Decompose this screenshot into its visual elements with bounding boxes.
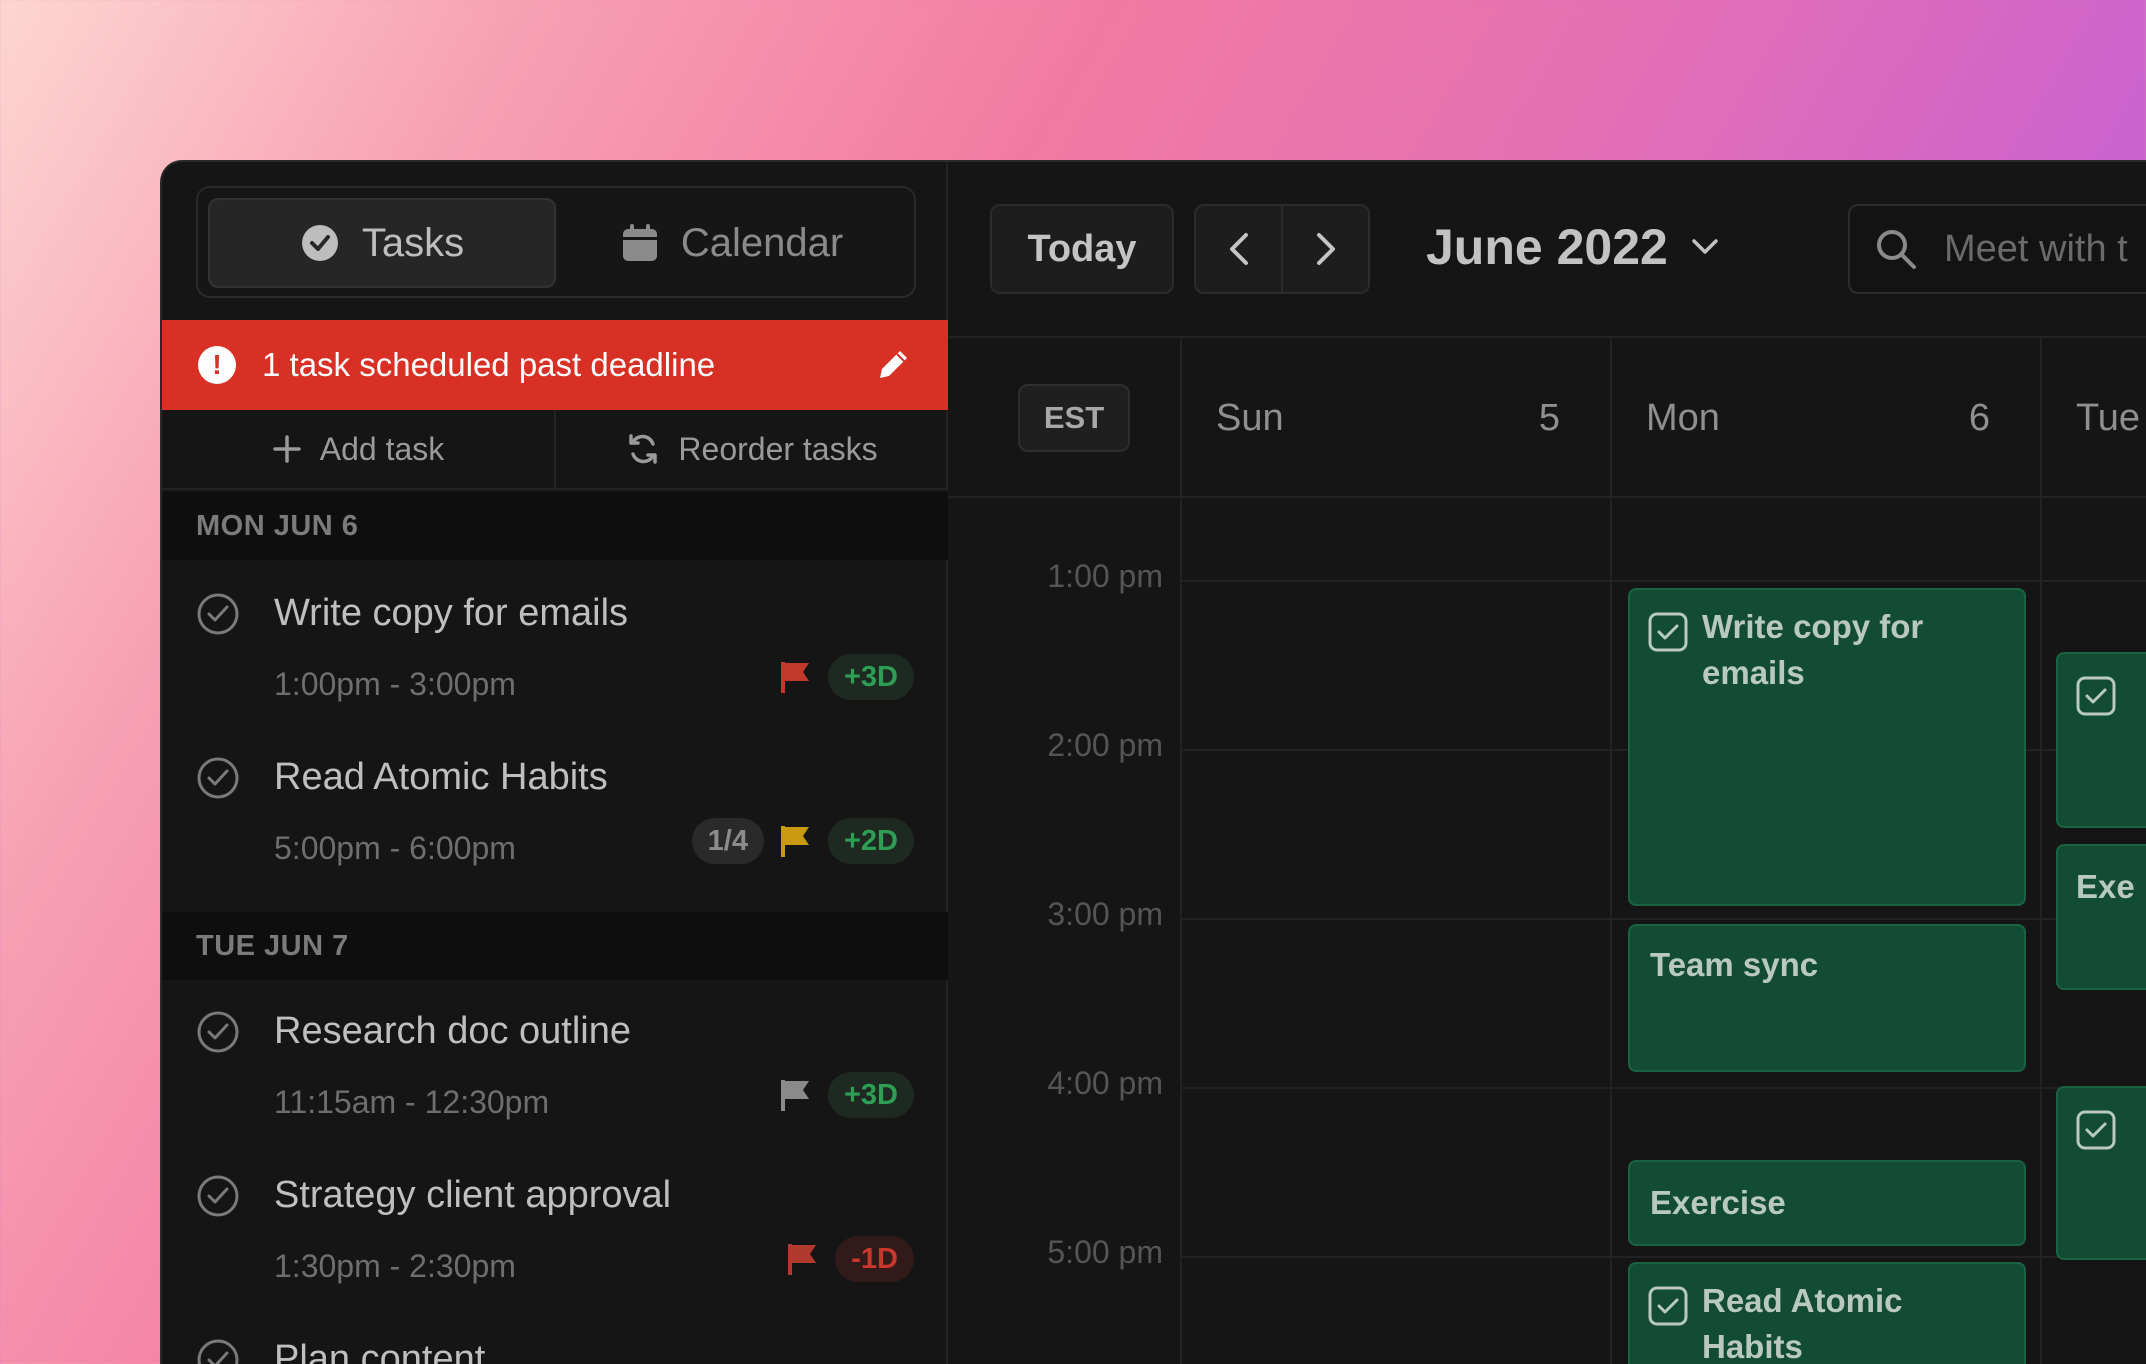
task-title: Read Atomic Habits xyxy=(274,756,608,798)
tab-calendar[interactable]: Calendar xyxy=(558,198,906,288)
flag-icon xyxy=(780,826,809,857)
hour-label: 4:00 pm xyxy=(1047,1065,1163,1101)
day-header: TUE JUN 7 xyxy=(162,912,948,980)
add-task-button[interactable]: Add task xyxy=(162,410,554,488)
tab-tasks-label: Tasks xyxy=(361,220,465,265)
day-name: Sun xyxy=(1216,396,1284,439)
calendar-toolbar: Today June 2022 Meet with t xyxy=(948,162,2146,338)
task-title: Strategy client approval xyxy=(274,1174,672,1216)
deadline-badge: +2D xyxy=(827,818,914,864)
check-circle-outline-icon[interactable] xyxy=(196,756,240,800)
deadline-badge: +3D xyxy=(827,654,914,700)
task-title: Research doc outline xyxy=(274,1010,631,1052)
search-placeholder: Meet with t xyxy=(1944,227,2128,270)
chevron-down-icon xyxy=(1692,239,1718,254)
refresh-icon xyxy=(629,434,658,464)
day-header: MON JUN 6 xyxy=(162,492,948,560)
month-label: June 2022 xyxy=(1426,219,1668,275)
flag-icon xyxy=(780,1080,809,1111)
calendar-panel: Today June 2022 Meet with t EST Sun 5 Mo… xyxy=(948,162,2146,1364)
alert-text: 1 task scheduled past deadline xyxy=(262,346,716,383)
timezone-badge[interactable]: EST xyxy=(1018,384,1130,452)
task-meta: +3D xyxy=(778,1072,914,1118)
grid-line xyxy=(1182,1256,2146,1258)
day-date: 6 xyxy=(1968,396,1990,439)
view-switcher: Tasks Calendar xyxy=(196,186,916,298)
add-task-label: Add task xyxy=(319,430,445,467)
calendar-event[interactable]: Team sync xyxy=(1628,924,2026,1072)
task-meta: -1D xyxy=(785,1236,914,1282)
check-circle-outline-icon[interactable] xyxy=(196,1338,240,1364)
flag-icon xyxy=(780,662,809,693)
task-time: 1:30pm - 2:30pm xyxy=(274,1248,516,1284)
grid-line xyxy=(1182,1087,2146,1089)
checkbox-icon[interactable] xyxy=(2076,676,2116,716)
pencil-icon[interactable] xyxy=(874,346,912,384)
checkbox-icon[interactable] xyxy=(2076,1110,2116,1150)
day-name: Mon xyxy=(1646,396,1720,439)
event-title: Exercise xyxy=(1650,1184,1786,1221)
check-circle-outline-icon[interactable] xyxy=(196,1010,240,1054)
check-circle-outline-icon[interactable] xyxy=(196,1174,240,1218)
hour-label: 3:00 pm xyxy=(1047,896,1163,932)
next-button[interactable] xyxy=(1281,206,1368,292)
task-meta: 1/4 +2D xyxy=(691,818,914,864)
day-date: 5 xyxy=(1538,396,1560,439)
event-title: Exe xyxy=(2076,868,2135,905)
task-meta: +3D xyxy=(778,654,914,700)
check-circle-icon xyxy=(301,225,338,261)
calendar-event[interactable] xyxy=(2056,652,2146,828)
tab-tasks[interactable]: Tasks xyxy=(208,198,556,288)
date-navigation xyxy=(1194,204,1370,294)
plus-icon xyxy=(272,435,301,463)
app-window: Tasks Calendar ! 1 task scheduled past d… xyxy=(160,160,2146,1364)
task-time: 5:00pm - 6:00pm xyxy=(274,830,516,866)
event-title: Read Atomic Habits xyxy=(1702,1282,1903,1364)
previous-button[interactable] xyxy=(1196,206,1281,292)
deadline-alert[interactable]: ! 1 task scheduled past deadline xyxy=(162,320,948,410)
hour-label: 1:00 pm xyxy=(1047,558,1163,594)
progress-badge: 1/4 xyxy=(691,818,764,864)
exclamation-icon: ! xyxy=(198,346,236,384)
event-title: Team sync xyxy=(1650,946,1819,983)
search-icon xyxy=(1877,230,1916,269)
day-column-header[interactable]: Tue xyxy=(2042,338,2146,498)
day-column-header[interactable]: Mon 6 xyxy=(1612,338,2040,498)
check-circle-outline-icon[interactable] xyxy=(196,592,240,636)
chevron-right-icon xyxy=(1316,233,1335,265)
hour-label: 5:00 pm xyxy=(1047,1234,1163,1270)
day-column-header[interactable]: Sun 5 xyxy=(1182,338,1610,498)
sidebar: Tasks Calendar ! 1 task scheduled past d… xyxy=(162,162,948,1364)
task-time: 11:15am - 12:30pm xyxy=(274,1084,550,1120)
search-input[interactable]: Meet with t xyxy=(1848,204,2146,294)
today-button[interactable]: Today xyxy=(990,204,1174,294)
month-picker[interactable]: June 2022 xyxy=(1426,218,1720,276)
calendar-icon xyxy=(622,224,657,261)
task-title: Write copy for emails xyxy=(274,592,629,634)
tab-calendar-label: Calendar xyxy=(680,220,844,265)
grid-line xyxy=(1182,580,2146,582)
task-time: 1:00pm - 3:00pm xyxy=(274,666,516,702)
calendar-event[interactable]: Read Atomic Habits xyxy=(1628,1262,2026,1364)
calendar-event[interactable]: Exe xyxy=(2056,844,2146,990)
checkbox-icon[interactable] xyxy=(1648,612,1688,652)
calendar-event[interactable] xyxy=(2056,1086,2146,1260)
reorder-tasks-label: Reorder tasks xyxy=(678,430,878,467)
checkbox-icon[interactable] xyxy=(1648,1286,1688,1326)
deadline-badge: -1D xyxy=(835,1236,914,1282)
grid-line xyxy=(1182,918,2146,920)
event-title: Write copy for emails xyxy=(1702,608,1924,691)
task-actions: Add task Reorder tasks xyxy=(162,410,948,490)
calendar-event[interactable]: Write copy for emails xyxy=(1628,588,2026,906)
flag-icon xyxy=(788,1244,817,1275)
reorder-tasks-button[interactable]: Reorder tasks xyxy=(554,410,948,488)
chevron-left-icon xyxy=(1229,233,1248,265)
day-name: Tue xyxy=(2076,396,2141,439)
hour-label: 2:00 pm xyxy=(1047,727,1163,763)
task-title: Plan content xyxy=(274,1338,486,1364)
calendar-event[interactable]: Exercise xyxy=(1628,1160,2026,1246)
deadline-badge: +3D xyxy=(827,1072,914,1118)
